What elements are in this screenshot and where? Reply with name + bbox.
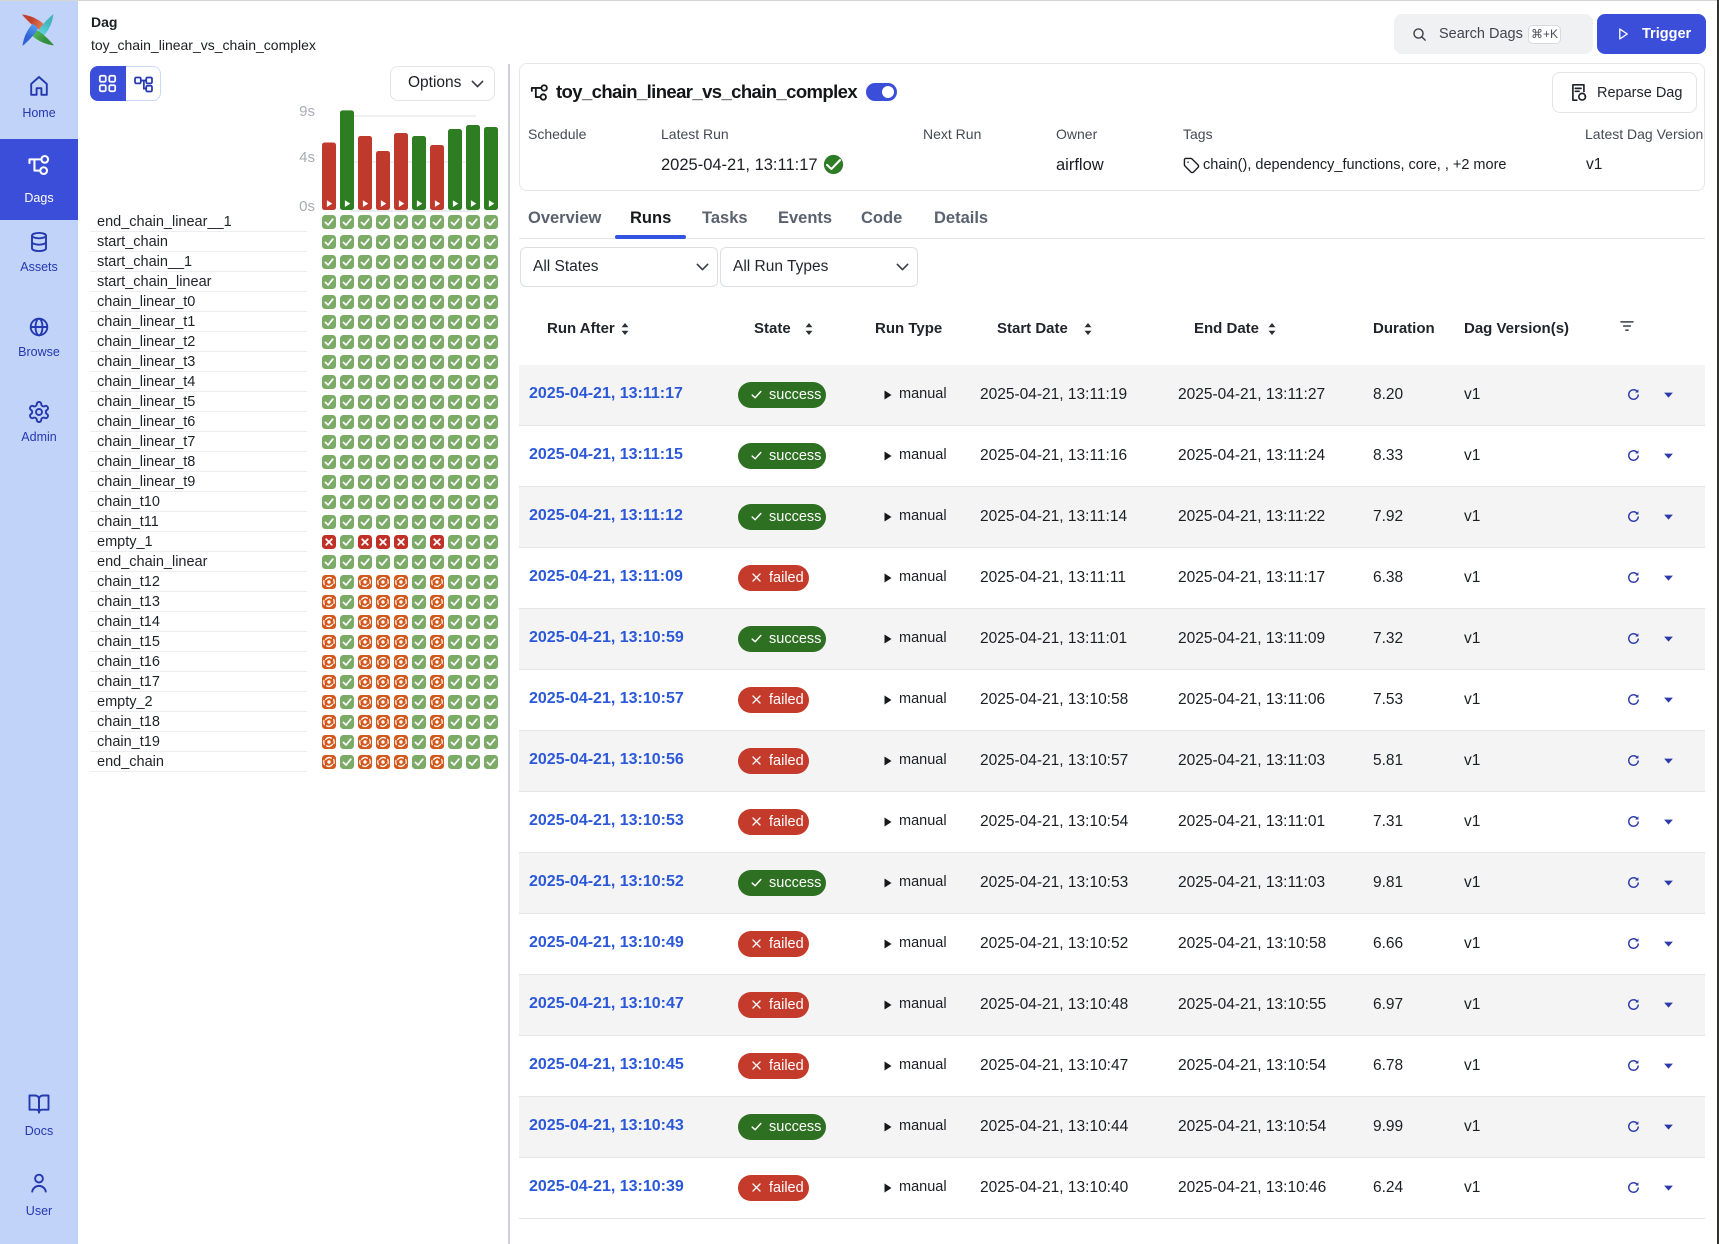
svg-text:4s: 4s <box>299 149 315 166</box>
svg-text:9s: 9s <box>299 103 315 120</box>
